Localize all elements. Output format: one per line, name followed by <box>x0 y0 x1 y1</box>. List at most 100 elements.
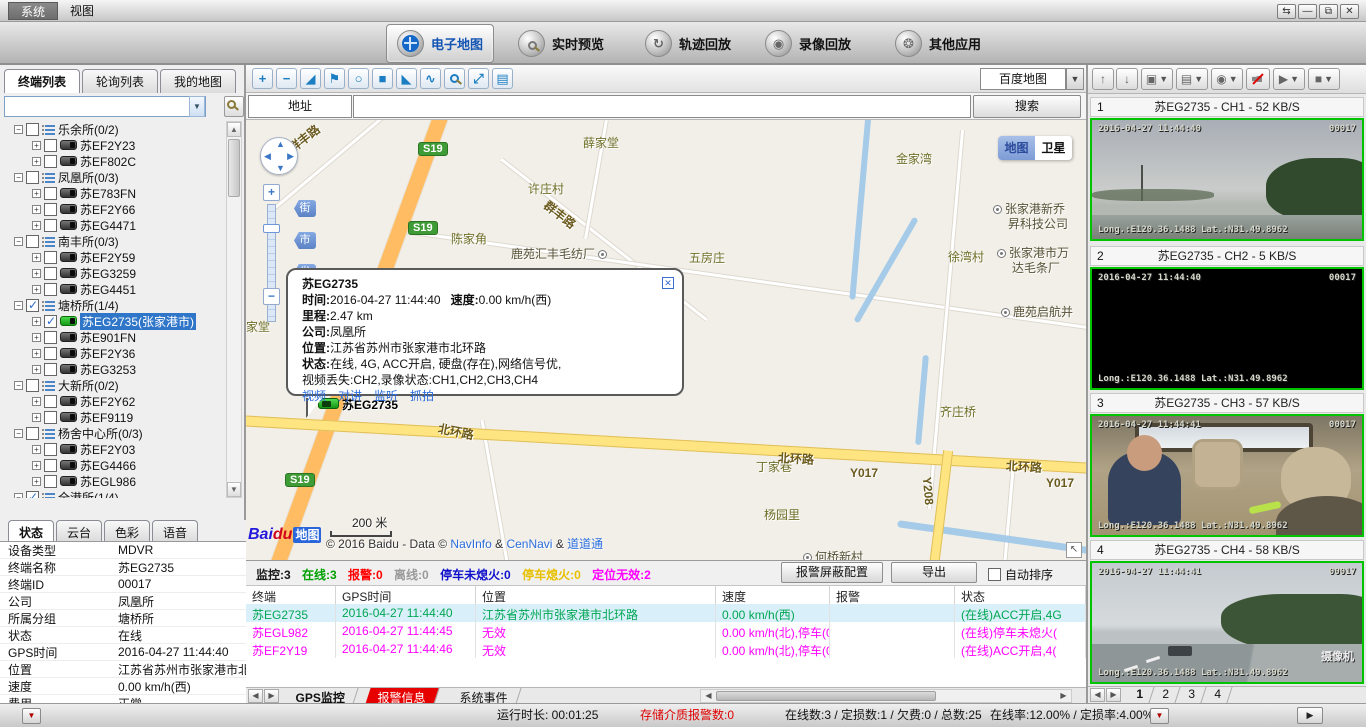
col-location[interactable]: 位置 <box>476 586 716 604</box>
address-input[interactable] <box>353 95 971 118</box>
nav-live-preview[interactable]: 实时预览 <box>518 24 604 63</box>
col-speed[interactable]: 速度 <box>716 586 830 604</box>
vehicle-checkbox[interactable] <box>44 395 57 408</box>
chevron-down-icon[interactable]: ▼ <box>189 96 205 117</box>
video-view-ch3[interactable]: 2016-04-27 11:44:41 00017 Long.:E120.36.… <box>1090 414 1364 537</box>
vehicle-checkbox[interactable] <box>44 203 57 216</box>
vehicle-checkbox[interactable] <box>44 459 57 472</box>
tab-color[interactable]: 色彩 <box>104 520 150 541</box>
tree-scrollbar[interactable]: ▲ ▼ <box>226 121 242 498</box>
tree-vehicle[interactable]: 苏EF2Y59 <box>2 249 228 265</box>
pan-up-icon[interactable]: ▲ <box>276 139 285 149</box>
expand-icon[interactable] <box>32 317 41 326</box>
vehicle-checkbox[interactable] <box>44 443 57 456</box>
page-down-button[interactable]: ↓ <box>1116 68 1138 90</box>
vehicle-checkbox[interactable] <box>44 315 57 328</box>
expand-icon[interactable] <box>32 461 41 470</box>
minimize-button[interactable]: — <box>1298 4 1317 19</box>
video-header[interactable]: 3 苏EG2735 - CH3 - 57 KB/S <box>1090 393 1364 413</box>
terminal-search-input[interactable] <box>4 96 206 117</box>
measure-icon[interactable]: ◢ <box>300 68 321 89</box>
alarm-shield-config-button[interactable]: 报警屏蔽配置 <box>781 562 883 583</box>
swap-window-button[interactable]: ⇆ <box>1277 4 1296 19</box>
expand-icon[interactable] <box>32 445 41 454</box>
video-header[interactable]: 2 苏EG2735 - CH2 - 5 KB/S <box>1090 246 1364 266</box>
col-gps-time[interactable]: GPS时间 <box>336 586 476 604</box>
nav-video-playback[interactable]: ◉ 录像回放 <box>765 24 851 63</box>
tree-vehicle[interactable]: 苏EF802C <box>2 153 228 169</box>
tree-vehicle-selected[interactable]: 苏EG2735(张家港市) <box>2 313 228 329</box>
hscroll-right-icon[interactable]: ▶ <box>1056 690 1071 704</box>
vehicle-checkbox[interactable] <box>44 283 57 296</box>
daodaotong-link[interactable]: 道道通 <box>567 537 603 551</box>
nav-other-apps[interactable]: ❂ 其他应用 <box>895 24 981 63</box>
video-header[interactable]: 1 苏EG2735 - CH1 - 52 KB/S <box>1090 97 1364 117</box>
tab-terminal-list[interactable]: 终端列表 <box>4 69 80 93</box>
vehicle-checkbox[interactable] <box>44 155 57 168</box>
tree-vehicle[interactable]: 苏EG3253 <box>2 361 228 377</box>
collapse-icon[interactable] <box>14 125 23 134</box>
zoom-level-street[interactable]: 街 <box>294 200 316 217</box>
video-view-ch1[interactable]: 2016-04-27 11:44:40 00017 Long.:E120.36.… <box>1090 118 1364 241</box>
tab-my-map[interactable]: 我的地图 <box>160 69 236 93</box>
tab-polling-list[interactable]: 轮询列表 <box>82 69 158 93</box>
snapshot-button[interactable]: ◉▼ <box>1211 68 1243 90</box>
collapse-icon[interactable] <box>14 381 23 390</box>
expand-icon[interactable] <box>32 413 41 422</box>
tab-voice[interactable]: 语音 <box>152 520 198 541</box>
video-view-ch4[interactable]: 2016-04-27 11:44:41 00017 摄像机 Long.:E120… <box>1090 561 1364 684</box>
tree-vehicle[interactable]: 苏E783FN <box>2 185 228 201</box>
tab-alarm-info[interactable]: 报警信息 <box>365 688 439 704</box>
more-status-icon[interactable]: ▼ <box>1150 708 1169 724</box>
pan-left-icon[interactable]: ◀ <box>264 151 271 162</box>
tab-status[interactable]: 状态 <box>8 520 54 541</box>
address-type-select[interactable]: 地址 <box>248 95 352 118</box>
close-icon[interactable]: ✕ <box>662 277 674 289</box>
expand-icon[interactable] <box>32 285 41 294</box>
baidu-map-canvas[interactable]: 群丰路 S19 薛家堂 金家湾 许庄村 群丰路 S19 陈家角 鹿苑汇丰毛纺厂 … <box>246 120 1086 560</box>
expand-icon[interactable] <box>32 333 41 342</box>
video-link[interactable]: 视频 <box>302 389 326 403</box>
tree-group[interactable]: 大新所(0/2) <box>2 377 228 393</box>
tab-scroll-right-icon[interactable]: ▶ <box>264 689 279 703</box>
expand-panel-icon[interactable]: ▼ <box>22 708 41 724</box>
zoom-level-city[interactable]: 市 <box>294 232 316 249</box>
zoom-in-icon[interactable]: + <box>252 68 273 89</box>
tree-group[interactable]: 乐余所(0/2) <box>2 121 228 137</box>
expand-icon[interactable] <box>32 349 41 358</box>
tab-ptz[interactable]: 云台 <box>56 520 102 541</box>
col-terminal[interactable]: 终端 <box>246 586 336 604</box>
expand-icon[interactable] <box>32 253 41 262</box>
group-checkbox[interactable] <box>26 299 39 312</box>
search-area-icon[interactable] <box>444 68 465 89</box>
vehicle-checkbox[interactable] <box>44 347 57 360</box>
resume-playback-button[interactable]: ▶ <box>1297 707 1323 724</box>
intercom-link[interactable]: 对讲 <box>338 389 362 403</box>
tree-vehicle[interactable]: 苏EG3259 <box>2 265 228 281</box>
flag-marker-icon[interactable]: ⚑ <box>324 68 345 89</box>
map-zoom-thumb[interactable] <box>263 224 280 233</box>
polygon-tool-icon[interactable]: ◣ <box>396 68 417 89</box>
tree-group[interactable]: 塘桥所(1/4) <box>2 297 228 313</box>
close-button[interactable]: ✕ <box>1340 4 1359 19</box>
map-search-button[interactable]: 搜索 <box>973 95 1081 118</box>
map-pan-control[interactable]: ▲ ▼ ◀ ▶ <box>260 137 298 175</box>
nav-track-playback[interactable]: ↻ 轨迹回放 <box>645 24 731 63</box>
vehicle-checkbox[interactable] <box>44 219 57 232</box>
vehicle-checkbox[interactable] <box>44 251 57 264</box>
tab-scroll-left-icon[interactable]: ◀ <box>248 689 263 703</box>
collapse-icon[interactable] <box>14 493 23 499</box>
vehicle-checkbox[interactable] <box>44 139 57 152</box>
navinfo-link[interactable]: NavInfo <box>450 537 491 551</box>
group-checkbox[interactable] <box>26 427 39 440</box>
table-row[interactable]: 苏EF2Y192016-04-27 11:44:46无效0.00 km/h(北)… <box>246 640 1086 658</box>
col-alarm[interactable]: 报警 <box>830 586 955 604</box>
mute-button[interactable] <box>1246 68 1270 90</box>
polyline-tool-icon[interactable]: ∿ <box>420 68 441 89</box>
map-zoom-in-button[interactable]: + <box>263 184 280 201</box>
tree-group[interactable]: 全港所(1/4) <box>2 489 228 498</box>
stop-button[interactable]: ■▼ <box>1308 68 1340 90</box>
tree-vehicle[interactable]: 苏E901FN <box>2 329 228 345</box>
table-hscrollbar[interactable]: ◀ ▶ <box>700 689 1072 703</box>
listen-link[interactable]: 监听 <box>374 389 398 403</box>
